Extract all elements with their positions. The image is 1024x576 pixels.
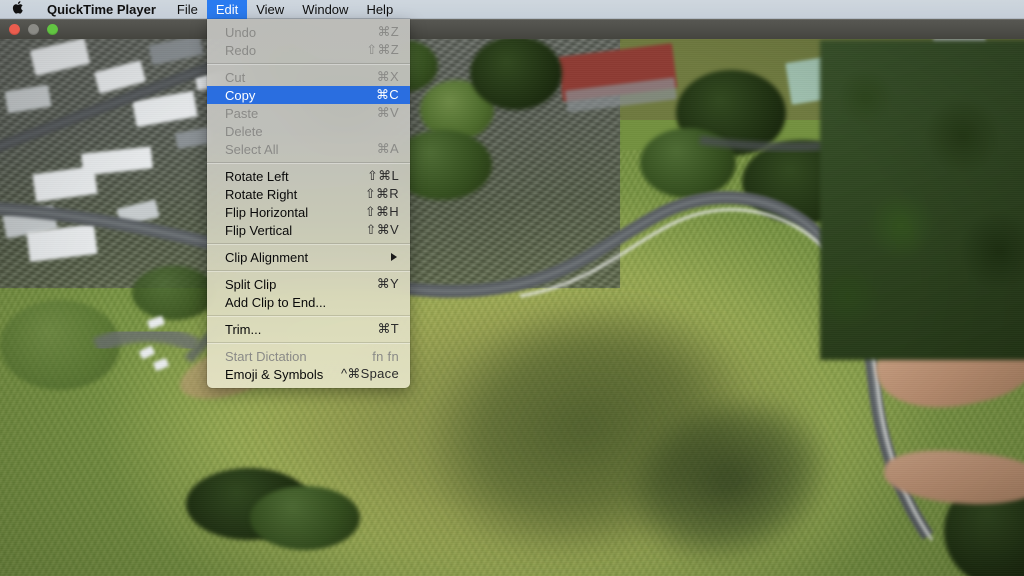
menu-item-label: Redo — [225, 42, 257, 58]
forest-cluster — [820, 40, 1024, 360]
menu-file[interactable]: File — [168, 0, 207, 19]
menu-item-label: Emoji & Symbols — [225, 366, 324, 382]
screen: QuickTime Player File Edit View Window H… — [0, 0, 1024, 576]
menu-item-trim[interactable]: Trim... ⌘T — [207, 320, 410, 338]
menu-item-redo: Redo ⇧⌘Z — [207, 41, 410, 59]
menu-item-start-dictation: Start Dictation fn fn — [207, 347, 410, 365]
zoom-button[interactable] — [47, 23, 58, 35]
menu-item-shortcut: ⇧⌘Z — [366, 42, 399, 57]
apple-menu-icon[interactable] — [0, 0, 35, 19]
menu-item-label: Trim... — [225, 321, 262, 337]
menu-item-shortcut: ⌘Y — [376, 276, 399, 291]
menu-item-label: Select All — [225, 141, 279, 157]
menu-item-paste: Paste ⌘V — [207, 104, 410, 122]
menu-item-label: Flip Vertical — [225, 222, 293, 238]
menu-item-shortcut: ⇧⌘R — [364, 186, 399, 201]
menu-item-shortcut: ⇧⌘V — [365, 222, 399, 237]
video-playback-area[interactable] — [0, 0, 1024, 576]
menu-item-shortcut: fn fn — [372, 348, 399, 364]
menu-edit[interactable]: Edit — [206, 0, 248, 19]
menu-item-label: Flip Horizontal — [225, 204, 309, 220]
traffic-light-group — [0, 23, 58, 35]
menu-item-shortcut: ⌘V — [376, 105, 399, 120]
menu-item-shortcut: ^⌘Space — [340, 366, 399, 381]
menu-item-label: Cut — [225, 69, 246, 85]
menu-item-shortcut: ⇧⌘H — [364, 204, 399, 219]
menu-item-delete: Delete — [207, 122, 410, 140]
menu-item-flip-horizontal[interactable]: Flip Horizontal ⇧⌘H — [207, 203, 410, 221]
menu-item-label: Clip Alignment — [225, 249, 309, 265]
menu-separator — [207, 162, 410, 163]
menu-item-split-clip[interactable]: Split Clip ⌘Y — [207, 275, 410, 293]
menu-item-cut: Cut ⌘X — [207, 68, 410, 86]
menu-item-add-clip-to-end[interactable]: Add Clip to End... — [207, 293, 410, 311]
menu-item-label: Rotate Left — [225, 168, 289, 184]
menu-item-label: Undo — [225, 24, 257, 40]
menu-separator — [207, 315, 410, 316]
menu-item-shortcut: ⌘X — [376, 69, 399, 84]
window-titlebar[interactable] — [0, 19, 1024, 39]
menu-item-clip-alignment[interactable]: Clip Alignment — [207, 248, 410, 266]
menu-separator — [207, 270, 410, 271]
menu-app-name[interactable]: QuickTime Player — [35, 0, 168, 19]
menu-item-label: Delete — [225, 123, 263, 139]
menu-item-copy[interactable]: Copy ⌘C — [207, 86, 410, 104]
minimize-button[interactable] — [28, 23, 39, 35]
close-button[interactable] — [9, 23, 20, 35]
menu-item-shortcut: ⌘Z — [377, 24, 399, 39]
menu-help[interactable]: Help — [357, 0, 402, 19]
menu-item-flip-vertical[interactable]: Flip Vertical ⇧⌘V — [207, 221, 410, 239]
submenu-arrow-icon — [391, 253, 397, 261]
menu-item-label: Rotate Right — [225, 186, 298, 202]
menu-item-shortcut: ⇧⌘L — [366, 168, 399, 183]
menu-separator — [207, 243, 410, 244]
menu-item-emoji-and-symbols[interactable]: Emoji & Symbols ^⌘Space — [207, 365, 410, 383]
menu-item-label: Copy — [225, 87, 256, 103]
edit-dropdown-menu: Undo ⌘Z Redo ⇧⌘Z Cut ⌘X Copy ⌘C Paste ⌘V Delete Sel… — [207, 19, 410, 388]
menu-item-rotate-right[interactable]: Rotate Right ⇧⌘R — [207, 185, 410, 203]
menu-item-shortcut: ⌘C — [376, 87, 399, 102]
menu-item-select-all: Select All ⌘A — [207, 140, 410, 158]
menu-item-shortcut: ⌘A — [376, 141, 399, 156]
menu-item-label: Split Clip — [225, 276, 277, 292]
menu-view[interactable]: View — [247, 0, 293, 19]
menu-item-label: Start Dictation — [225, 348, 307, 364]
menu-item-undo: Undo ⌘Z — [207, 23, 410, 41]
menu-item-shortcut: ⌘T — [377, 321, 399, 336]
menu-item-label: Add Clip to End... — [225, 294, 327, 310]
menu-window[interactable]: Window — [293, 0, 357, 19]
menu-item-label: Paste — [225, 105, 259, 121]
menu-item-rotate-left[interactable]: Rotate Left ⇧⌘L — [207, 167, 410, 185]
menu-separator — [207, 342, 410, 343]
menu-bar: QuickTime Player File Edit View Window H… — [0, 0, 1024, 19]
menu-separator — [207, 63, 410, 64]
